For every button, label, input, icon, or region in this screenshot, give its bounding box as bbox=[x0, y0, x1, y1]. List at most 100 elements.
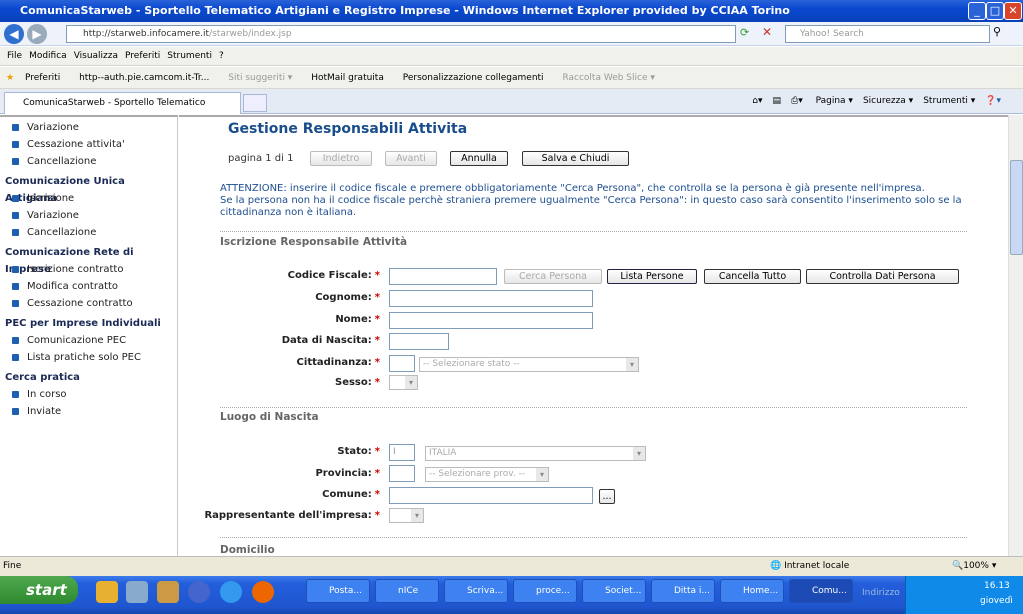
taskbar-item-scrivania[interactable]: Scriva... bbox=[444, 579, 508, 603]
print-icon[interactable]: ⎙▾ bbox=[791, 96, 803, 106]
menu-preferiti[interactable]: Preferiti bbox=[125, 51, 160, 61]
sidebar-item-iscrizione-contratto[interactable]: Iscrizione contratto bbox=[0, 261, 177, 278]
ie-icon[interactable] bbox=[220, 581, 242, 603]
media-player-icon[interactable] bbox=[188, 581, 210, 603]
desktop-icon[interactable] bbox=[126, 581, 148, 603]
sidebar-item-variazione[interactable]: Variazione bbox=[0, 207, 177, 224]
sidebar-item-cancellazione[interactable]: Cancellazione bbox=[0, 224, 177, 241]
menu-file[interactable]: File bbox=[7, 51, 22, 61]
outlook-icon[interactable] bbox=[96, 581, 118, 603]
cmd-strumenti[interactable]: Strumenti ▾ bbox=[923, 96, 975, 106]
fav-link-auth[interactable]: http--auth.pie.camcom.it-Tr... bbox=[79, 73, 217, 83]
sidebar-item-modifica-contratto[interactable]: Modifica contratto bbox=[0, 278, 177, 295]
stato-select[interactable]: ITALIA bbox=[425, 446, 646, 461]
lista-persone-button[interactable]: Lista Persone bbox=[607, 269, 697, 284]
menu-visualizza[interactable]: Visualizza bbox=[74, 51, 118, 61]
cmd-sicurezza[interactable]: Sicurezza ▾ bbox=[863, 96, 913, 106]
favorites-button[interactable]: ★ Preferiti bbox=[6, 73, 68, 83]
sidebar-item-comunicazione-pec[interactable]: Comunicazione PEC bbox=[0, 332, 177, 349]
nome-input[interactable] bbox=[389, 312, 593, 329]
menu-modifica[interactable]: Modifica bbox=[29, 51, 67, 61]
taskbar-item-home[interactable]: Home... bbox=[720, 579, 784, 603]
cancella-tutto-button[interactable]: Cancella Tutto bbox=[704, 269, 801, 284]
sidebar-item-inviate[interactable]: Inviate bbox=[0, 403, 177, 420]
sidebar-item-cessazione[interactable]: Cessazione attivita' bbox=[0, 136, 177, 153]
minimize-button[interactable]: _ bbox=[968, 2, 986, 20]
taskbar-item-posta[interactable]: Posta... bbox=[306, 579, 370, 603]
divider bbox=[220, 231, 967, 232]
forward-button[interactable]: ▶ bbox=[27, 24, 47, 44]
search-icon[interactable]: ⚲ bbox=[993, 25, 1001, 38]
fav-web-slice[interactable]: Raccolta Web Slice ▾ bbox=[562, 73, 662, 83]
salva-chiudi-button[interactable]: Salva e Chiudi bbox=[522, 151, 629, 166]
back-page-button[interactable]: Indietro bbox=[310, 151, 372, 166]
firefox-icon[interactable] bbox=[252, 581, 274, 603]
comune-input[interactable] bbox=[389, 487, 593, 504]
fav-siti-suggeriti[interactable]: Siti suggeriti ▾ bbox=[228, 73, 300, 83]
sidebar-item-in-corso[interactable]: In corso bbox=[0, 386, 177, 403]
sidebar-item-variazione[interactable]: Variazione bbox=[0, 119, 177, 136]
label-data-nascita: Data di Nascita: * bbox=[281, 335, 380, 346]
cognome-input[interactable] bbox=[389, 290, 593, 307]
label-rappresentante: Rappresentante dell'impresa: * bbox=[204, 510, 380, 521]
vertical-scrollbar[interactable] bbox=[1008, 115, 1023, 556]
scrollbar-thumb[interactable] bbox=[1010, 160, 1023, 255]
tab-comunicastarweb[interactable]: ComunicaStarweb - Sportello Telematico A… bbox=[4, 92, 241, 128]
back-button[interactable]: ◀ bbox=[4, 24, 24, 44]
sidebar-item-lista-pec[interactable]: Lista pratiche solo PEC bbox=[0, 349, 177, 366]
help-icon[interactable]: ❓▾ bbox=[985, 96, 1001, 106]
codice-fiscale-input[interactable] bbox=[389, 268, 497, 285]
label-stato: Stato: * bbox=[337, 446, 380, 457]
system-tray: 16.13 giovedì bbox=[905, 576, 1023, 614]
zoom-control[interactable]: 🔍100% ▾ bbox=[952, 557, 996, 576]
provincia-code-input[interactable] bbox=[389, 465, 415, 482]
start-button[interactable]: start bbox=[0, 576, 78, 604]
taskbar-item-comunica[interactable]: Comu... bbox=[789, 579, 853, 603]
provincia-select[interactable]: -- Selezionare prov. -- bbox=[425, 467, 549, 482]
paint-icon[interactable] bbox=[157, 581, 179, 603]
search-placeholder: Yahoo! Search bbox=[800, 29, 864, 39]
label-codice-fiscale: Codice Fiscale: * bbox=[287, 270, 380, 281]
sidebar-item-cancellazione[interactable]: Cancellazione bbox=[0, 153, 177, 170]
refresh-icon[interactable]: ⟳ bbox=[740, 26, 749, 39]
new-tab-button[interactable] bbox=[243, 94, 267, 112]
menu-help[interactable]: ? bbox=[219, 51, 224, 61]
sesso-select[interactable] bbox=[389, 375, 418, 390]
divider bbox=[220, 407, 967, 408]
rappresentante-select[interactable] bbox=[389, 508, 424, 523]
feeds-icon[interactable]: ▤ bbox=[772, 96, 781, 106]
close-button[interactable]: ✕ bbox=[1004, 2, 1022, 20]
address-input[interactable]: http://starweb.infocamere.it/starweb/ind… bbox=[66, 25, 736, 43]
divider bbox=[220, 537, 967, 538]
search-input[interactable]: Yahoo! Search bbox=[785, 25, 990, 43]
favorites-bar: ★ Preferiti http--auth.pie.camcom.it-Tr.… bbox=[0, 67, 1023, 89]
home-icon[interactable]: ⌂▾ bbox=[752, 96, 762, 106]
controlla-dati-button[interactable]: Controlla Dati Persona bbox=[806, 269, 959, 284]
cerca-persona-button[interactable]: Cerca Persona bbox=[504, 269, 602, 284]
comune-lookup-button[interactable]: ... bbox=[599, 489, 615, 504]
taskbar-item-societa[interactable]: Societ... bbox=[582, 579, 646, 603]
cittadinanza-select[interactable]: -- Selezionare stato -- bbox=[419, 357, 639, 372]
section-luogo-nascita: Luogo di Nascita bbox=[220, 411, 319, 423]
maximize-button[interactable]: □ bbox=[986, 2, 1004, 20]
fav-personalizzazione[interactable]: Personalizzazione collegamenti bbox=[403, 73, 552, 83]
next-page-button[interactable]: Avanti bbox=[385, 151, 437, 166]
sidebar-item-cessazione-contratto[interactable]: Cessazione contratto bbox=[0, 295, 177, 312]
window-title: ComunicaStarweb - Sportello Telematico A… bbox=[20, 4, 790, 17]
label-provincia: Provincia: * bbox=[315, 468, 380, 479]
taskbar-item-procedure[interactable]: proce... bbox=[513, 579, 577, 603]
data-nascita-input[interactable] bbox=[389, 333, 449, 350]
label-comune: Comune: * bbox=[322, 489, 380, 500]
stato-code-input[interactable]: I bbox=[389, 444, 415, 461]
menu-strumenti[interactable]: Strumenti bbox=[167, 51, 212, 61]
cittadinanza-code-input[interactable] bbox=[389, 355, 415, 372]
taskbar-item-nice[interactable]: nICe bbox=[375, 579, 439, 603]
fav-hotmail[interactable]: HotMail gratuita bbox=[311, 73, 392, 83]
taskbar-item-ditta[interactable]: Ditta i... bbox=[651, 579, 715, 603]
label-nome: Nome: * bbox=[335, 314, 380, 325]
cmd-pagina[interactable]: Pagina ▾ bbox=[816, 96, 853, 106]
sidebar-item-iscrizione[interactable]: Iscrizione bbox=[0, 190, 177, 207]
menu-bar: File Modifica Visualizza Preferiti Strumenti… bbox=[0, 47, 1023, 66]
stop-icon[interactable]: ✕ bbox=[762, 25, 772, 39]
annulla-button[interactable]: Annulla bbox=[450, 151, 508, 166]
